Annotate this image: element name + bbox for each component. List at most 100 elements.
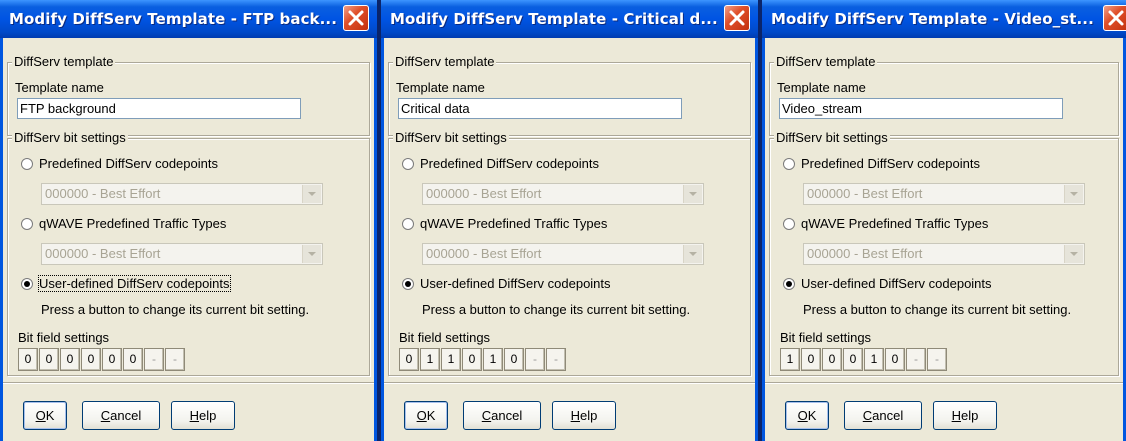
help-button[interactable]: Help [552, 401, 616, 430]
bit-button-7[interactable]: - [927, 348, 947, 371]
predefined-codepoints-select[interactable]: 000000 - Best Effort [803, 183, 1085, 205]
ok-button[interactable]: OK [404, 401, 448, 430]
radio-button[interactable] [21, 278, 33, 290]
bit-button-1[interactable]: 1 [420, 348, 440, 371]
radio-button[interactable] [783, 278, 795, 290]
ok-button[interactable]: OK [23, 401, 67, 430]
button-label: elp [961, 408, 979, 423]
button-label: elp [580, 408, 598, 423]
cancel-button[interactable]: Cancel [463, 401, 541, 430]
cancel-button[interactable]: Cancel [82, 401, 160, 430]
help-button[interactable]: Help [933, 401, 997, 430]
radio-user-defined-codepoints[interactable]: User-defined DiffServ codepoints [402, 276, 611, 292]
radio-label: User-defined DiffServ codepoints [420, 276, 611, 291]
radio-button[interactable] [402, 158, 414, 170]
window-title: Modify DiffServ Template - Video_st... [771, 10, 1094, 28]
predefined-codepoints-select[interactable]: 000000 - Best Effort [422, 183, 704, 205]
radio-button[interactable] [402, 218, 414, 230]
dropdown-arrow-icon[interactable] [683, 185, 702, 203]
radio-predefined-codepoints[interactable]: Predefined DiffServ codepoints [783, 156, 980, 172]
template-name-input[interactable]: FTP background [17, 98, 301, 119]
dialog-body: DiffServ template Template name Video_st… [765, 38, 1123, 441]
bit-button-3[interactable]: 0 [462, 348, 482, 371]
dialog-ftp-background: Modify DiffServ Template - FTP back... D… [0, 0, 377, 441]
qwave-traffic-types-select[interactable]: 000000 - Best Effort [41, 243, 323, 265]
qwave-traffic-types-select[interactable]: 000000 - Best Effort [422, 243, 704, 265]
template-name-input[interactable]: Video_stream [779, 98, 1063, 119]
radio-button[interactable] [21, 158, 33, 170]
bit-button-7[interactable]: - [546, 348, 566, 371]
bit-button-1[interactable]: 0 [39, 348, 59, 371]
dropdown-arrow-icon[interactable] [1064, 245, 1083, 263]
dialog-critical-data: Modify DiffServ Template - Critical d...… [381, 0, 758, 441]
radio-label: qWAVE Predefined Traffic Types [39, 216, 227, 231]
radio-predefined-codepoints[interactable]: Predefined DiffServ codepoints [402, 156, 599, 172]
predefined-codepoints-select[interactable]: 000000 - Best Effort [41, 183, 323, 205]
dropdown-arrow-icon[interactable] [302, 185, 321, 203]
radio-button[interactable] [402, 278, 414, 290]
bit-button-1[interactable]: 0 [801, 348, 821, 371]
cancel-button[interactable]: Cancel [844, 401, 922, 430]
bit-button-2[interactable]: 0 [822, 348, 842, 371]
bit-button-0[interactable]: 1 [780, 348, 800, 371]
radio-predefined-codepoints[interactable]: Predefined DiffServ codepoints [21, 156, 218, 172]
bit-button-3[interactable]: 0 [843, 348, 863, 371]
radio-button[interactable] [783, 158, 795, 170]
group-label: DiffServ bit settings [393, 130, 509, 146]
button-label: ancel [872, 408, 904, 423]
bit-button-5[interactable]: 0 [885, 348, 905, 371]
bit-button-3[interactable]: 0 [81, 348, 101, 371]
dropdown-arrow-icon[interactable] [683, 245, 702, 263]
bit-button-2[interactable]: 0 [60, 348, 80, 371]
button-label: K [45, 408, 55, 423]
button-label: elp [199, 408, 217, 423]
close-icon [348, 10, 364, 26]
radio-button[interactable] [21, 218, 33, 230]
accelerator-key: C [100, 408, 111, 423]
accelerator-key: H [951, 408, 962, 423]
template-name-input[interactable]: Critical data [398, 98, 682, 119]
bit-button-0[interactable]: 0 [399, 348, 419, 371]
window-title: Modify DiffServ Template - Critical d... [390, 10, 718, 28]
select-value: 000000 - Best Effort [426, 186, 542, 201]
bit-button-2[interactable]: 1 [441, 348, 461, 371]
qwave-traffic-types-select[interactable]: 000000 - Best Effort [803, 243, 1085, 265]
title-bar[interactable]: Modify DiffServ Template - Video_st... [762, 0, 1126, 38]
bit-button-5[interactable]: 0 [123, 348, 143, 371]
radio-qwave-traffic-types[interactable]: qWAVE Predefined Traffic Types [21, 216, 226, 232]
dropdown-arrow-icon[interactable] [302, 245, 321, 263]
bit-button-6[interactable]: - [525, 348, 545, 371]
radio-user-defined-codepoints[interactable]: User-defined DiffServ codepoints [783, 276, 992, 292]
close-button[interactable] [724, 5, 750, 31]
bit-button-4[interactable]: 1 [864, 348, 884, 371]
close-button[interactable] [1103, 5, 1126, 31]
title-bar[interactable]: Modify DiffServ Template - FTP back... [0, 0, 377, 38]
dropdown-arrow-icon[interactable] [1064, 185, 1083, 203]
template-name-label: Template name [777, 80, 866, 95]
radio-label: qWAVE Predefined Traffic Types [420, 216, 608, 231]
bit-button-4[interactable]: 0 [102, 348, 122, 371]
title-bar[interactable]: Modify DiffServ Template - Critical d... [381, 0, 758, 38]
radio-label: Predefined DiffServ codepoints [420, 156, 599, 171]
bit-button-6[interactable]: - [144, 348, 164, 371]
bit-button-7[interactable]: - [165, 348, 185, 371]
help-button[interactable]: Help [171, 401, 235, 430]
radio-button[interactable] [783, 218, 795, 230]
divider [765, 382, 1123, 384]
bit-button-5[interactable]: 0 [504, 348, 524, 371]
radio-qwave-traffic-types[interactable]: qWAVE Predefined Traffic Types [402, 216, 607, 232]
ok-button[interactable]: OK [785, 401, 829, 430]
radio-user-defined-codepoints[interactable]: User-defined DiffServ codepoints [21, 275, 231, 292]
bit-button-4[interactable]: 1 [483, 348, 503, 371]
radio-label: Predefined DiffServ codepoints [801, 156, 980, 171]
radio-qwave-traffic-types[interactable]: qWAVE Predefined Traffic Types [783, 216, 988, 232]
bit-button-6[interactable]: - [906, 348, 926, 371]
bit-button-0[interactable]: 0 [18, 348, 38, 371]
close-button[interactable] [343, 5, 369, 31]
button-label: K [807, 408, 817, 423]
hint-text: Press a button to change its current bit… [803, 302, 1072, 317]
group-label: DiffServ template [774, 54, 878, 70]
select-value: 000000 - Best Effort [45, 246, 161, 261]
accelerator-key: C [481, 408, 492, 423]
group-label: DiffServ template [393, 54, 497, 70]
